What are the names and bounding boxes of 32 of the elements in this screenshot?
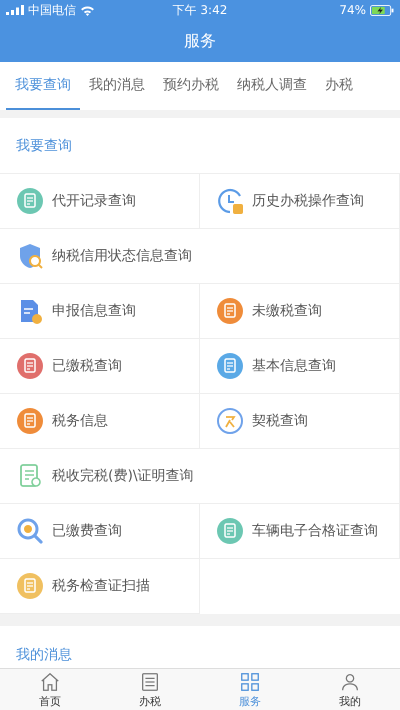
page-title: 服务: [184, 30, 216, 52]
tab[interactable]: 纳税人调查: [228, 62, 316, 110]
menu-item[interactable]: 税务信息: [0, 394, 200, 449]
menu-item[interactable]: 纳税信用状态信息查询: [0, 229, 400, 284]
menu-item[interactable]: 代开记录查询: [0, 174, 200, 229]
signal-icon: [6, 5, 24, 15]
clock-time: 下午 3:42: [172, 2, 228, 18]
list-icon: [139, 670, 161, 692]
menu-item[interactable]: 税收完税(费)\证明查询: [0, 449, 400, 504]
tab[interactable]: 预约办税: [154, 62, 228, 110]
tab[interactable]: 办税: [316, 62, 362, 110]
menu-item[interactable]: 申报信息查询: [0, 284, 200, 339]
battery-percent: 74%: [339, 3, 366, 17]
home-icon: [39, 670, 61, 692]
menu-item[interactable]: 历史办税操作查询: [200, 174, 400, 229]
tab[interactable]: 我的消息: [80, 62, 154, 110]
tab-bar-item[interactable]: 我的: [300, 669, 400, 710]
section-title: 我的消息: [16, 646, 72, 664]
menu-item[interactable]: 车辆电子合格证查询: [200, 504, 400, 559]
menu-item[interactable]: 已缴费查询: [0, 504, 200, 559]
battery-icon: [370, 4, 394, 16]
menu-item[interactable]: 契税查询: [200, 394, 400, 449]
menu-item[interactable]: 未缴税查询: [200, 284, 400, 339]
grid-icon: [239, 670, 261, 692]
carrier-name: 中国电信: [28, 2, 76, 18]
menu-item[interactable]: 税务检查证扫描: [0, 559, 200, 614]
tab-bar-item[interactable]: 办税: [100, 669, 200, 710]
tab-bar-item[interactable]: 首页: [0, 669, 100, 710]
menu-item[interactable]: 已缴税查询: [0, 339, 200, 394]
section-title: 我要查询: [16, 136, 72, 154]
menu-item[interactable]: 基本信息查询: [200, 339, 400, 394]
wifi-icon: [80, 4, 95, 16]
